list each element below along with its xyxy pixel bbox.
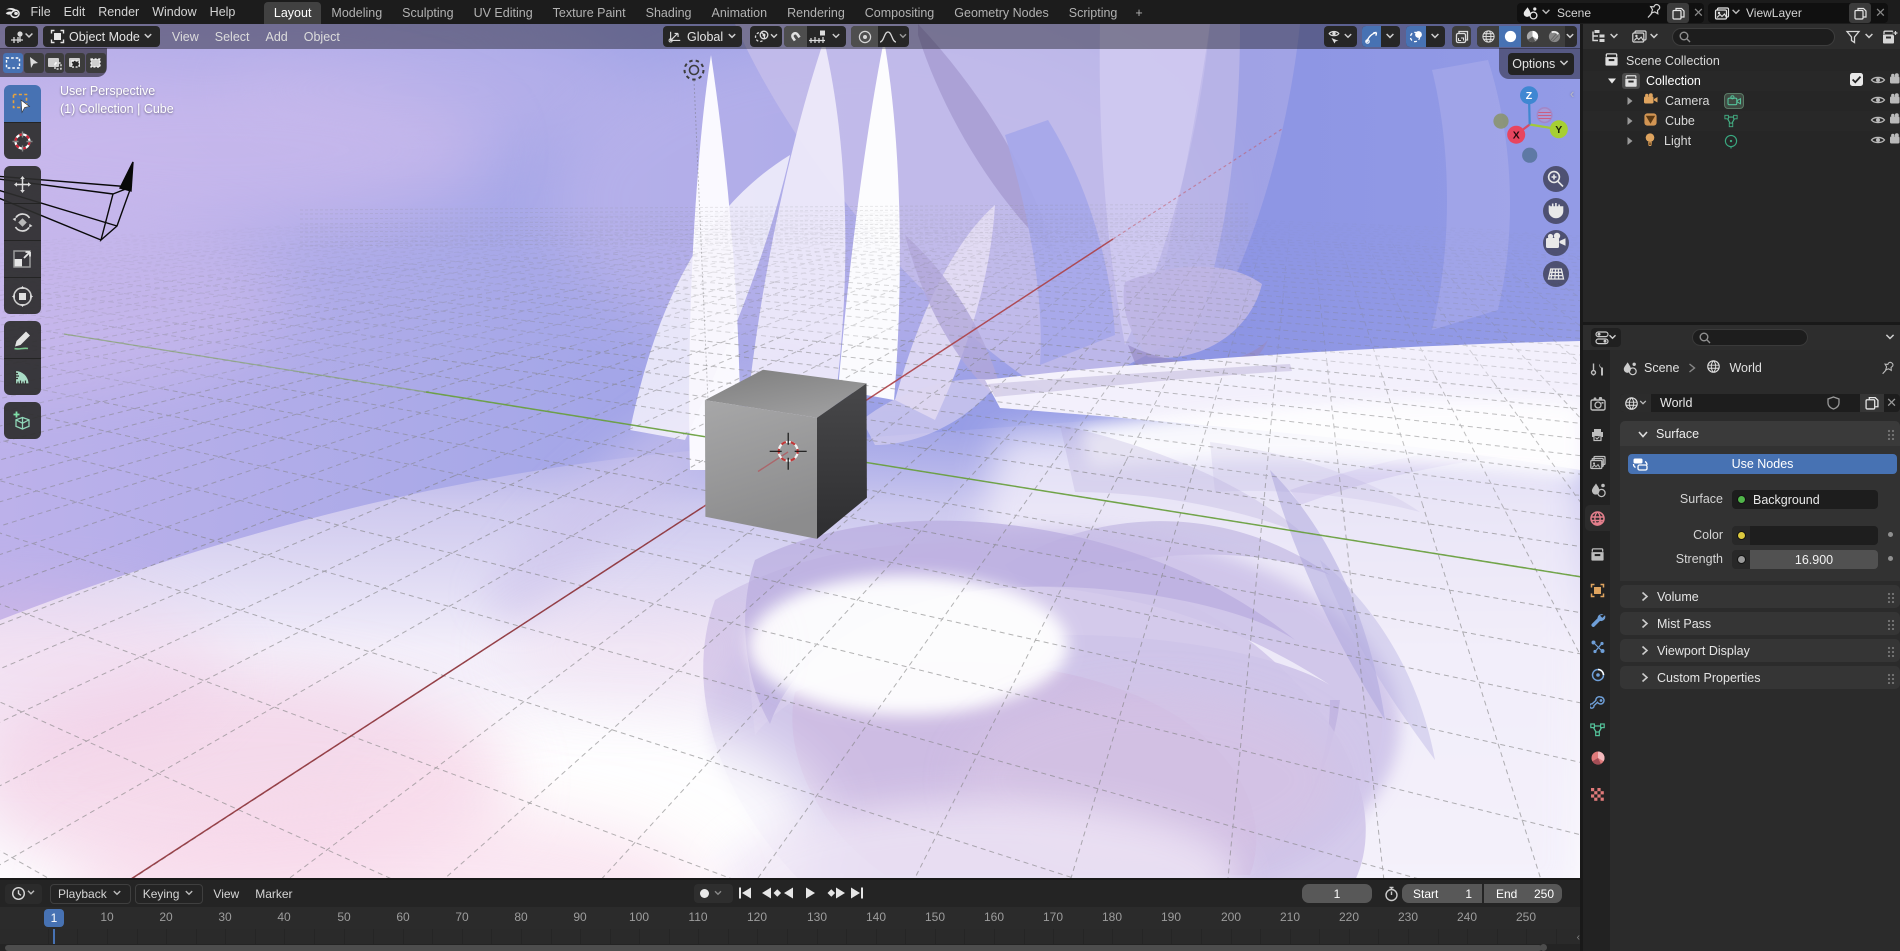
svg-text:Z: Z (1526, 90, 1533, 102)
svg-text:X: X (1513, 130, 1520, 142)
svg-text:Y: Y (1555, 124, 1562, 136)
